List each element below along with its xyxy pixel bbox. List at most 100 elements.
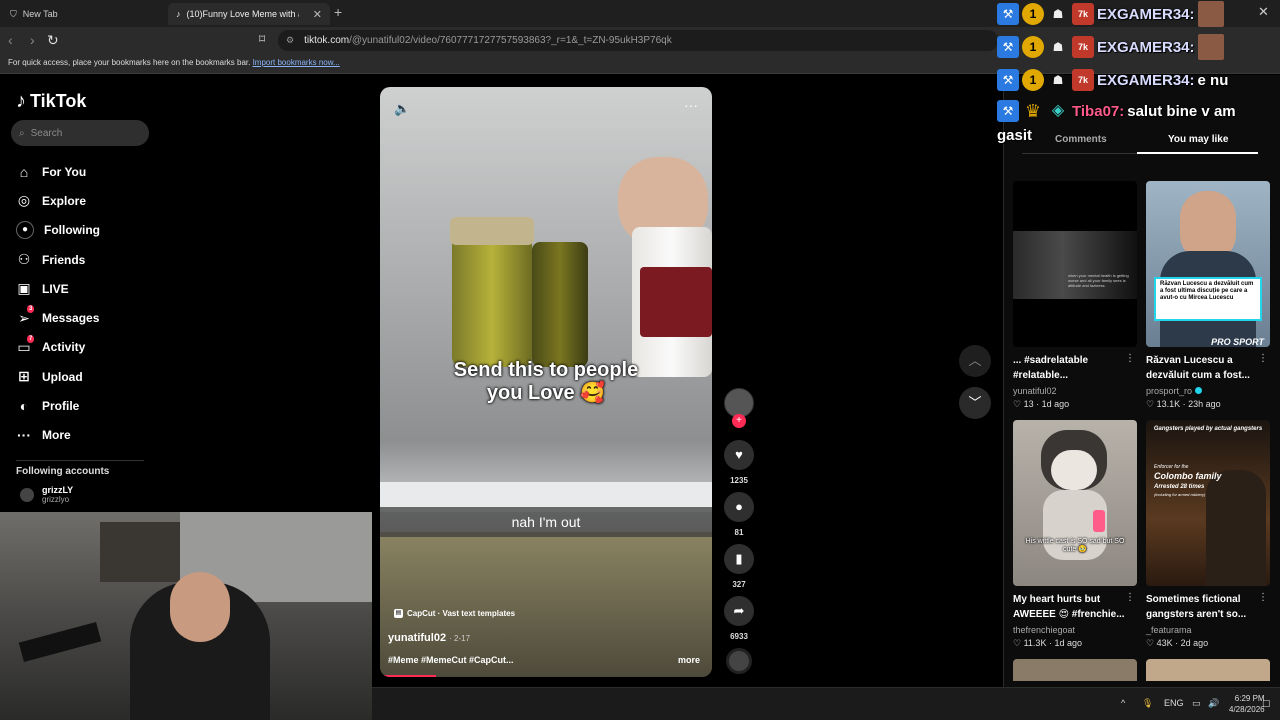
sidebar-item-activity[interactable]: ▭ 7 Activity [16,333,100,362]
suggested-video-card-partial[interactable] [1013,659,1137,681]
new-tab-button[interactable]: + [334,4,342,20]
thumb-sub3: Arrested 28 times [1154,484,1205,490]
sidebar-item-profile[interactable]: ◐ Profile [16,391,100,420]
following-accounts-header: Following accounts [16,466,110,477]
thumb-brand: PRO SPORT [1211,337,1264,347]
capcut-template-link[interactable]: ▤ CapCut · Vast text templates [394,609,515,618]
sidebar-item-friends[interactable]: ⚇ Friends [16,245,100,274]
video-hashtags[interactable]: #Meme #MemeCut #CapCut... [388,655,514,665]
tier-badge: 1 [1022,36,1044,58]
ghost-icon: ☗ [1052,73,1064,87]
video-jar-olives [450,217,534,367]
card-menu-icon[interactable]: ⋮ [1258,353,1268,364]
close-tab-icon[interactable]: ✕ [313,8,322,21]
rank-badge: 7k [1072,3,1094,25]
save-button[interactable]: ▮ [724,544,754,574]
account-handle: grizzlyo [42,495,70,504]
chat-message: ⚒ 1 ☗ 7k EXGAMER34: [997,0,1224,28]
forward-icon[interactable]: › [30,32,35,48]
video-thumbnail: when your mental health is getting worse… [1013,181,1137,347]
card-menu-icon[interactable]: ⋮ [1258,592,1268,603]
chat-message: ⚒ ♛ ◈ Tiba07: salut bine v am [997,97,1236,125]
comment-icon: ● [735,499,743,514]
card-author[interactable]: thefrenchiegoat [1013,625,1075,635]
video-player[interactable]: 🔈 ··· Send this to people you Love 🥰 nah… [380,87,712,677]
reload-icon[interactable]: ↻ [47,32,59,49]
tier-badge: 1 [1022,69,1044,91]
language-indicator[interactable]: ENG [1164,698,1184,708]
search-input[interactable]: ⌕ Search [11,120,149,146]
hammer-badge-icon: ⚒ [997,3,1019,25]
sidebar-item-more[interactable]: ··· More [16,421,100,450]
video-more-link[interactable]: more [678,655,700,665]
close-window-icon[interactable]: ✕ [1258,4,1269,20]
following-account[interactable]: grizzLY grizzlyo [20,485,73,504]
share-button[interactable]: ➦ [724,596,754,626]
tier-badge: 1 [1022,3,1044,25]
bookmark-icon[interactable]: ⌑ [259,32,265,46]
hammer-badge-icon: ⚒ [997,36,1019,58]
tiktok-note-icon: ♪ [16,90,26,112]
compass-icon: ◎ [17,192,31,209]
sidebar-item-following[interactable]: ● Following [16,216,100,245]
site-info-icon[interactable]: ⚙ [286,35,294,46]
comment-button[interactable]: ● [724,492,754,522]
microphone-icon[interactable]: 🎙 [1142,698,1153,709]
card-menu-icon[interactable]: ⋮ [1125,592,1135,603]
chat-text: gasit [997,126,1033,144]
chat-message: ⚒ 1 ☗ 7k EXGAMER34: [997,33,1224,61]
video-more-options-icon[interactable]: ··· [684,97,698,113]
sidebar-item-live[interactable]: ▣ LIVE [16,274,100,303]
rank-badge: 7k [1072,36,1094,58]
sidebar-item-for-you[interactable]: ⌂ For You [16,157,100,186]
chat-username: EXGAMER34: [1097,71,1195,89]
volume-icon[interactable]: 🔊 [1208,698,1219,709]
account-name: grizzLY [42,485,74,495]
card-title: ... #sadrelatable #relatable... [1013,355,1089,381]
notifications-icon[interactable]: ▢ [1262,698,1271,709]
capcut-icon: ▤ [394,609,403,618]
like-button[interactable]: ♥ [724,440,754,470]
url-field[interactable]: ⚙ tiktok.com/@yunatiful02/video/76077717… [278,30,998,51]
tab-comments[interactable]: Comments [1055,134,1107,145]
mute-icon[interactable]: 🔈 [394,101,410,117]
sidebar-item-explore[interactable]: ◎ Explore [16,186,100,215]
emote-icon [1197,34,1224,60]
tiktok-logo[interactable]: ♪ TikTok [16,90,86,113]
bookmarks-hint: For quick access, place your bookmarks h… [8,58,251,67]
card-menu-icon[interactable]: ⋮ [1125,353,1135,364]
sound-disc-icon[interactable] [726,648,752,674]
card-author[interactable]: prosport_ro [1146,386,1203,396]
following-icon: ● [16,221,34,240]
card-author[interactable]: yunatiful02 [1013,386,1057,396]
video-thumbnail: Răzvan Lucescu a dezvăluit cum a fost ul… [1146,181,1270,347]
import-bookmarks-link[interactable]: Import bookmarks now... [253,58,340,67]
tray-overflow-icon[interactable]: ^ [1121,698,1125,708]
windows-taskbar: ^ 🎙 ENG ▭ 🔊 6:29 PM 4/28/2026 ▢ [372,687,1280,720]
network-icon[interactable]: ▭ [1192,698,1201,709]
follow-plus-button[interactable]: + [732,414,746,428]
tab-tiktok[interactable]: ♪ (10)Funny Love Meme with a Ju ✕ [168,3,330,25]
sidebar-menu: ⌂ For You ◎ Explore ● Following ⚇ Friends ▣ L… [16,157,100,450]
card-author[interactable]: _featurama [1146,625,1192,635]
chat-username: EXGAMER34: [1097,38,1195,56]
share-count: 6933 [730,632,748,641]
tiktok-sidebar: ♪ TikTok ⌕ Search ⌂ For You ◎ Explore ● Fol… [0,75,170,515]
tab-new-tab[interactable]: ⛉ New Tab [2,3,164,25]
tab-you-may-like[interactable]: You may like [1168,134,1228,145]
heart-outline-icon: ♡ [1146,638,1155,648]
sidebar-item-upload[interactable]: ⊞ Upload [16,362,100,391]
panel-tabs: Comments You may like [1022,128,1258,154]
search-placeholder: Search [30,127,63,139]
video-progress-bar[interactable] [380,675,437,677]
ghost-icon: ☗ [1052,40,1064,54]
thumb-text: Răzvan Lucescu a dezvăluit cum a fost ul… [1154,277,1262,321]
next-video-button[interactable]: ﹀ [959,387,991,419]
back-icon[interactable]: ‹ [8,32,13,48]
video-author[interactable]: yunatiful02 · 2-17 [388,632,470,644]
chevron-down-icon: ﹀ [968,395,982,410]
system-clock[interactable]: 6:29 PM 4/28/2026 [1229,693,1265,715]
suggested-video-card-partial[interactable] [1146,659,1270,681]
sidebar-item-messages[interactable]: ➢ 3 Messages [16,303,100,332]
previous-video-button[interactable]: ︿ [959,345,991,377]
